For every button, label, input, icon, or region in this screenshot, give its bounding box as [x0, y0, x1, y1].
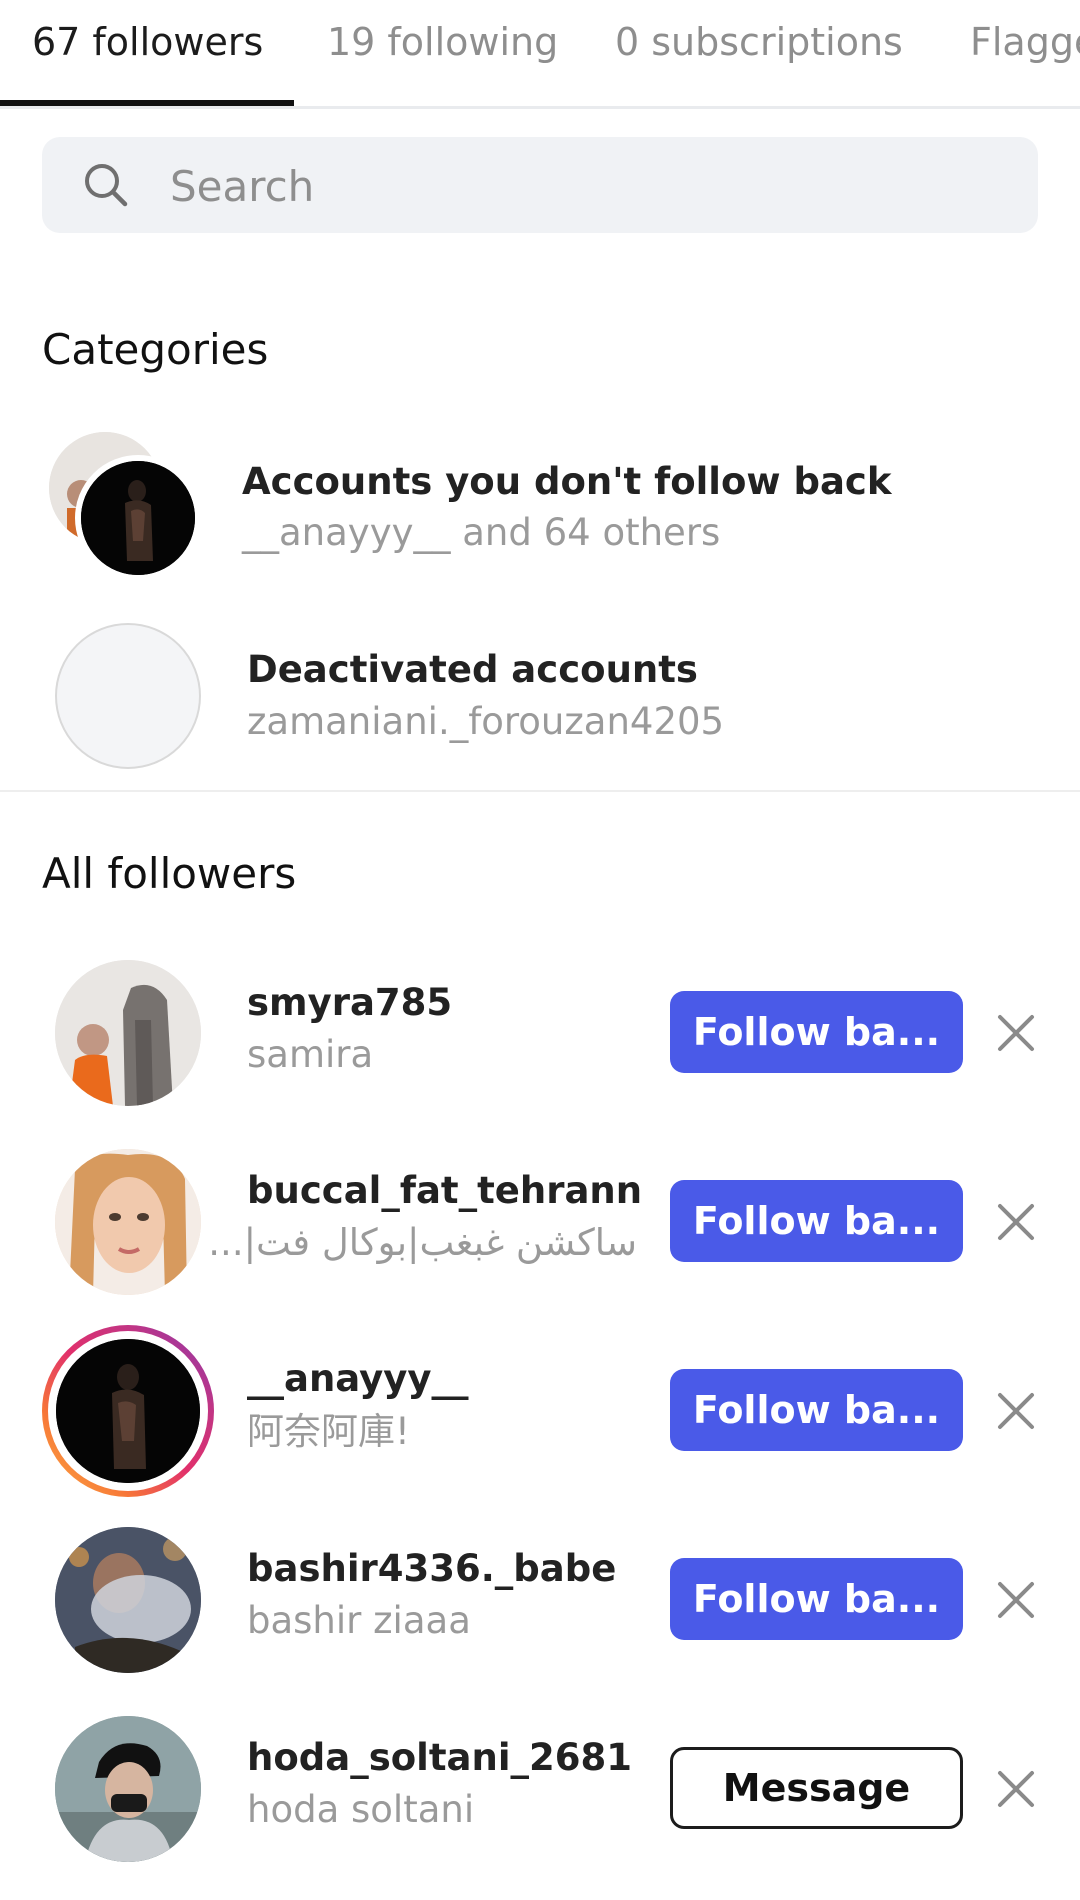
follower-name: 阿奈阿庫!	[247, 1410, 410, 1453]
followers-tabs: 67 followers 19 following 0 subscription…	[0, 0, 1080, 109]
all-followers-heading: All followers	[42, 849, 297, 898]
avatar	[56, 1339, 200, 1483]
follower-name: bashir ziaaa	[247, 1599, 471, 1642]
follower-name: ساکشن غبغب|بوکال فت|...	[208, 1221, 637, 1264]
category-subtitle: __anayyy__ and 64 others	[242, 511, 721, 554]
tab-followers[interactable]: 67 followers	[32, 14, 263, 70]
search-icon	[85, 164, 128, 207]
follow-back-button[interactable]: Follow ba...	[670, 1369, 963, 1451]
follow-back-button[interactable]: Follow ba...	[670, 991, 963, 1073]
category-title: Deactivated accounts	[247, 648, 698, 691]
follower-name: samira	[247, 1033, 374, 1076]
avatar-placeholder	[55, 623, 201, 769]
avatar-front	[75, 455, 201, 581]
tab-following[interactable]: 19 following	[327, 14, 558, 70]
search-input[interactable]	[168, 137, 992, 235]
message-button[interactable]: Message	[670, 1747, 963, 1829]
categories-heading: Categories	[42, 325, 269, 374]
category-subtitle: zamaniani._forouzan4205	[247, 700, 725, 743]
close-icon[interactable]	[996, 1769, 1036, 1809]
close-icon[interactable]	[996, 1013, 1036, 1053]
close-icon[interactable]	[996, 1202, 1036, 1242]
follower-username: buccal_fat_tehrann	[247, 1169, 643, 1212]
follower-username: __anayyy__	[247, 1357, 469, 1400]
avatar	[55, 960, 201, 1106]
follower-name: hoda soltani	[247, 1788, 475, 1831]
avatar	[55, 1149, 201, 1295]
follower-username: bashir4336._babe	[247, 1547, 617, 1590]
avatar	[55, 1527, 201, 1673]
avatar	[55, 1716, 201, 1862]
follower-username: smyra785	[247, 981, 453, 1024]
search-bar[interactable]	[42, 137, 1038, 235]
follow-back-button[interactable]: Follow ba...	[670, 1558, 963, 1640]
follower-username: hoda_soltani_2681	[247, 1736, 632, 1779]
close-icon[interactable]	[996, 1580, 1036, 1620]
active-tab-indicator	[0, 100, 294, 106]
section-divider	[0, 790, 1080, 792]
tab-subscriptions[interactable]: 0 subscriptions	[615, 14, 903, 70]
follow-back-button[interactable]: Follow ba...	[670, 1180, 963, 1262]
close-icon[interactable]	[996, 1391, 1036, 1431]
category-title: Accounts you don't follow back	[242, 460, 892, 503]
tab-flagged[interactable]: Flagge	[970, 14, 1080, 70]
